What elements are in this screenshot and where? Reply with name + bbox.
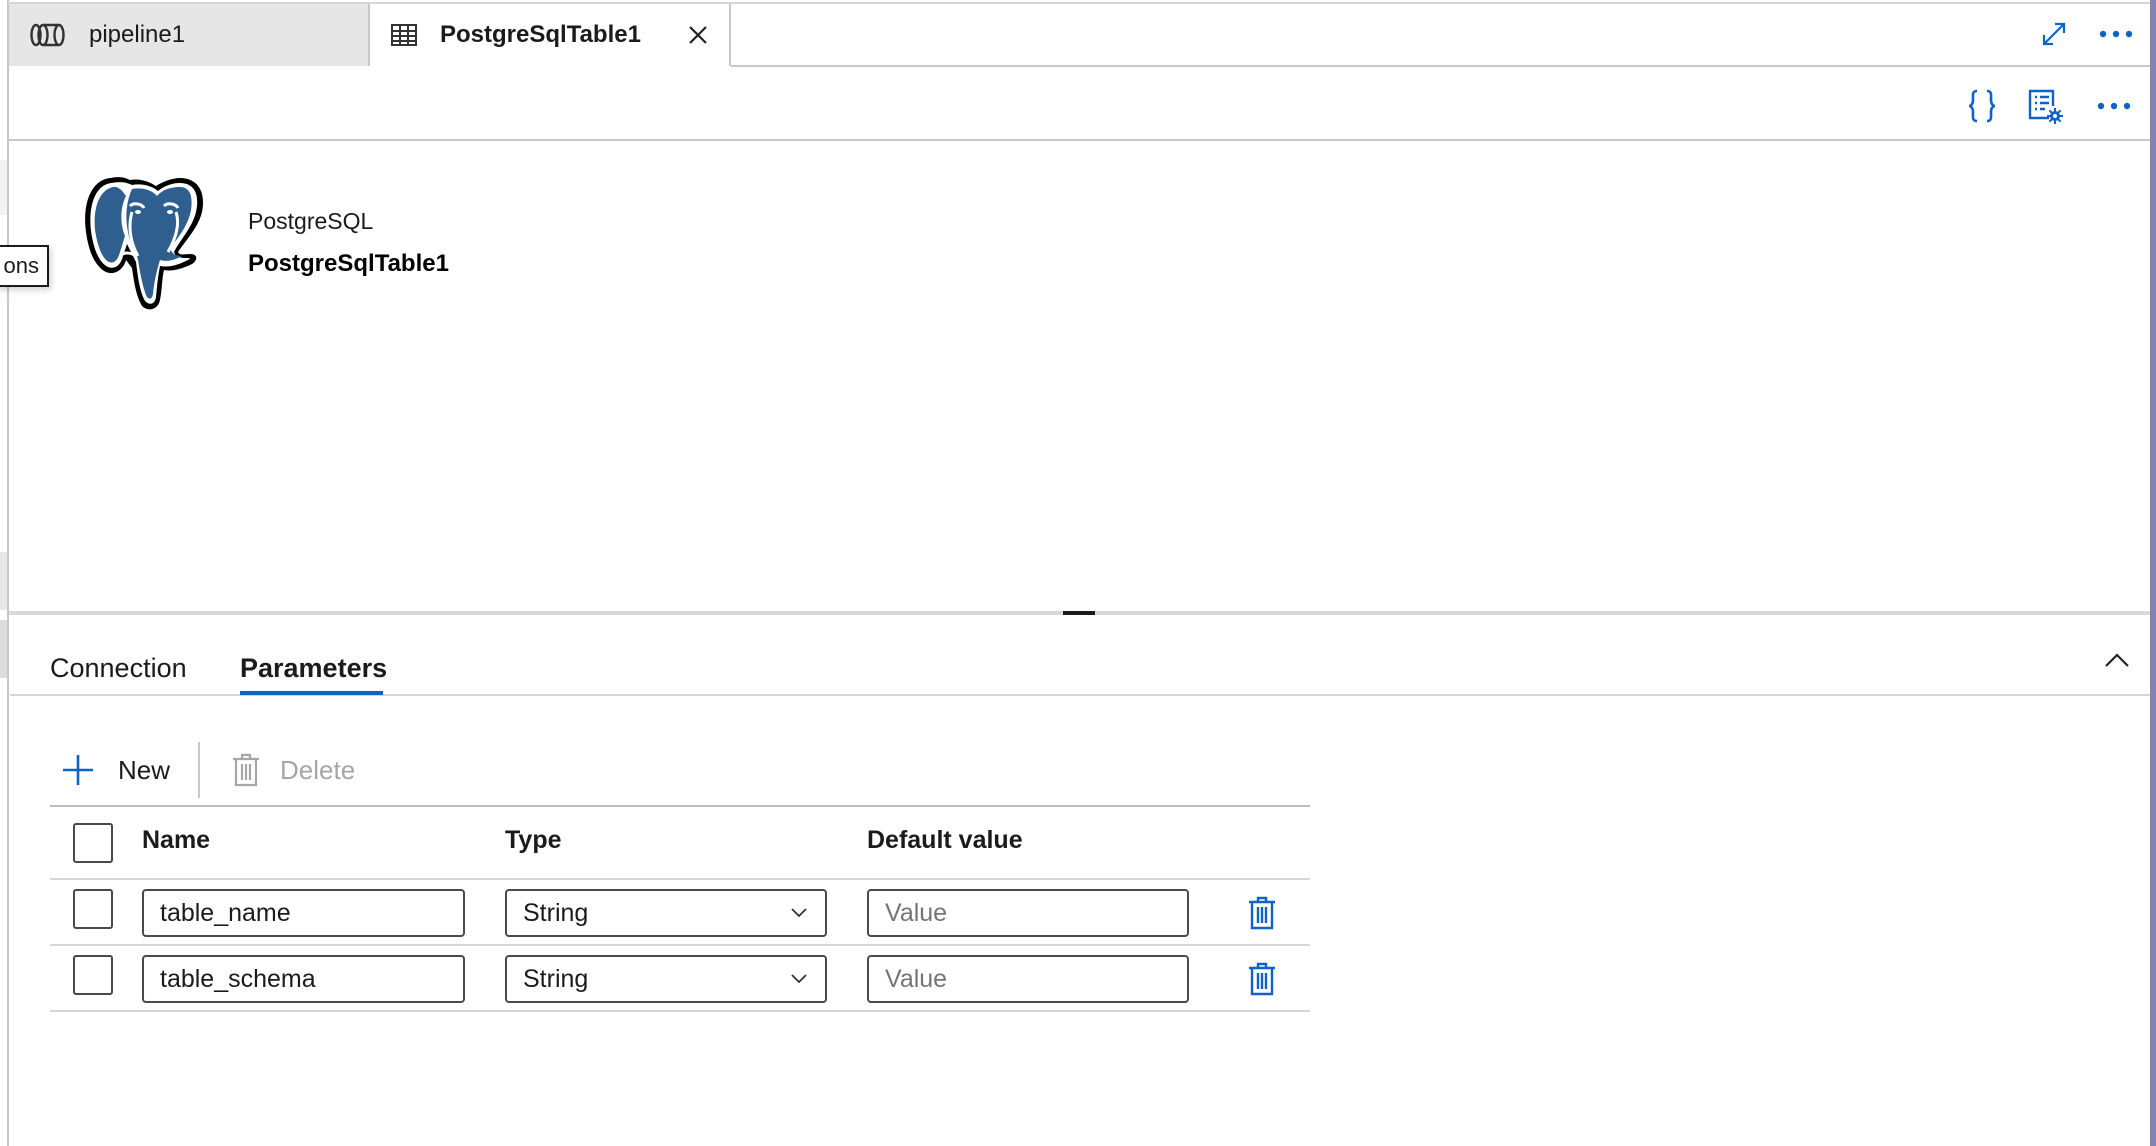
table-icon	[390, 21, 420, 49]
column-header-default-value: Default value	[867, 826, 1023, 854]
chevron-down-icon	[791, 908, 807, 918]
maximize-icon	[2042, 22, 2066, 46]
close-tab-button[interactable]	[683, 20, 713, 50]
right-edge-strip	[2150, 0, 2156, 1146]
dataset-name: PostgreSqlTable1	[248, 250, 449, 277]
maximize-button[interactable]	[2036, 18, 2072, 50]
delete-row-button[interactable]	[1245, 894, 1279, 932]
parameter-name-input[interactable]	[142, 955, 465, 1003]
close-icon	[689, 26, 707, 44]
row-checkbox[interactable]	[73, 889, 113, 929]
toolbar-bottom-border	[9, 139, 2150, 141]
table-header-border	[50, 878, 1310, 880]
properties-button[interactable]	[2025, 86, 2065, 126]
row-checkbox[interactable]	[73, 955, 113, 995]
code-button[interactable]	[1962, 86, 2002, 126]
active-tab-indicator	[240, 691, 383, 695]
more-icon	[2099, 30, 2133, 38]
delete-button-label: Delete	[280, 754, 356, 785]
parameter-default-value-input[interactable]	[867, 955, 1189, 1003]
parameter-default-value-input[interactable]	[867, 889, 1189, 937]
properties-icon	[2028, 89, 2063, 124]
delete-row-button[interactable]	[1245, 960, 1279, 998]
tooltip-text: ons	[3, 253, 39, 278]
select-value: String	[523, 898, 589, 927]
tab-parameters[interactable]: Parameters	[240, 642, 387, 694]
table-top-border	[50, 805, 1310, 807]
chevron-down-icon	[791, 974, 807, 984]
trash-icon	[1249, 962, 1275, 996]
select-all-checkbox[interactable]	[73, 823, 113, 863]
column-header-name: Name	[142, 826, 211, 854]
tab-label: PostgreSqlTable1	[440, 21, 641, 48]
trash-icon	[1249, 896, 1275, 930]
parameter-name-input[interactable]	[142, 889, 465, 937]
left-border	[7, 0, 9, 1146]
select-value: String	[523, 964, 589, 993]
tab-connection[interactable]: Connection	[50, 642, 187, 694]
column-header-type: Type	[505, 826, 562, 854]
code-icon	[1968, 89, 1996, 123]
trash-icon	[232, 753, 260, 787]
chevron-up-icon	[2105, 653, 2129, 667]
table-row-border	[50, 1010, 1310, 1012]
parameter-type-select[interactable]: String	[505, 955, 827, 1003]
table-row-border	[50, 944, 1310, 946]
delete-parameter-button[interactable]: Delete	[232, 748, 355, 792]
new-button-label: New	[118, 754, 171, 785]
tab-postgresqltable1[interactable]: PostgreSqlTable1	[368, 4, 731, 66]
left-panel-background	[0, 552, 7, 610]
toolbar-more-button[interactable]	[2094, 86, 2134, 126]
pipeline-icon	[29, 21, 69, 49]
dataset-type-label: PostgreSQL	[248, 208, 374, 234]
more-icon	[2097, 102, 2131, 110]
tabbar-bottom-border	[731, 65, 2150, 67]
tooltip: ons	[0, 245, 49, 287]
collapse-panel-button[interactable]	[2100, 645, 2134, 675]
tab-label: pipeline1	[89, 21, 186, 48]
postgresql-logo	[80, 172, 214, 312]
splitter-handle[interactable]	[1063, 611, 1095, 615]
plus-icon	[62, 754, 94, 786]
parameter-type-select[interactable]: String	[505, 889, 827, 937]
toolbar-separator	[198, 742, 200, 798]
left-panel-background	[0, 620, 7, 678]
new-parameter-button[interactable]: New	[62, 748, 170, 792]
tab-pipeline1[interactable]: pipeline1	[9, 4, 368, 66]
left-panel-background	[0, 160, 7, 215]
tab-more-button[interactable]	[2098, 18, 2134, 50]
